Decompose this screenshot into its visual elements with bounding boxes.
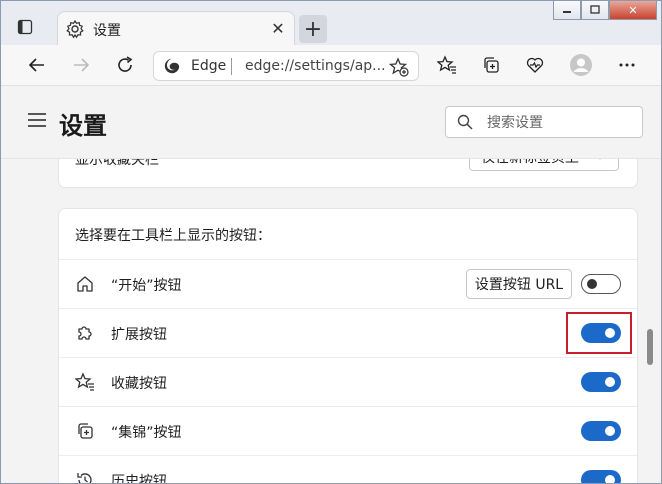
address-bar[interactable]: Edge edge://settings/ap... <box>153 51 419 81</box>
list-item-favorites-button: 收藏按钮 <box>59 357 637 407</box>
heart-pulse-icon <box>526 57 544 73</box>
list-item-extensions-button: 扩展按钮 <box>59 308 637 358</box>
toggle-knob <box>605 377 615 387</box>
collections-button-toggle[interactable] <box>581 421 621 441</box>
tab-settings[interactable]: 设置 ✕ <box>57 11 295 47</box>
edge-logo-icon <box>164 58 180 74</box>
new-tab-button[interactable]: + <box>299 15 327 43</box>
extensions-button-label: 扩展按钮 <box>111 327 167 343</box>
history-icon <box>77 473 92 483</box>
window-controls: ✕ <box>553 1 657 23</box>
search-box[interactable] <box>445 106 643 138</box>
hamburger-menu-icon[interactable] <box>27 112 47 128</box>
favorites-icon <box>437 55 456 74</box>
toggle-knob <box>587 279 597 289</box>
search-icon <box>457 114 473 130</box>
favorites-bar-selected: 仅在新标签页上 <box>481 159 579 167</box>
maximize-icon <box>590 5 600 14</box>
collections-icon <box>484 57 499 73</box>
favorites-button-label: 收藏按钮 <box>111 376 167 392</box>
set-button-url-button[interactable]: 设置按钮 URL <box>466 269 572 299</box>
avatar <box>570 54 592 76</box>
chevron-down-icon <box>599 159 601 160</box>
favorites-icon <box>75 372 94 391</box>
toolbar-buttons-card: 选择要在工具栏上显示的按钮： “开始”按钮 设置按钮 URL 扩展按钮 收藏按钮 <box>59 209 637 483</box>
list-item-home-button: “开始”按钮 设置按钮 URL <box>59 259 637 309</box>
history-button-label: 历史按钮 <box>111 474 167 483</box>
home-button-toggle[interactable] <box>581 274 621 294</box>
tab-title: 设置 <box>93 23 121 39</box>
forward-button[interactable] <box>67 51 95 79</box>
more-menu-button[interactable] <box>613 51 641 79</box>
favorites-bar-label: 显示收藏夹栏 <box>75 159 159 168</box>
scrollbar-thumb[interactable] <box>647 329 653 365</box>
more-dots-icon <box>619 63 635 67</box>
history-button-toggle[interactable] <box>581 470 621 483</box>
address-separator <box>231 58 232 75</box>
forward-arrow-icon <box>74 58 90 72</box>
browser-window: 设置 ✕ + ✕ Edge edge://settings/ap... 设置 搜… <box>0 0 662 484</box>
minimize-button[interactable] <box>553 1 581 20</box>
home-button-label: “开始”按钮 <box>111 278 182 294</box>
favorites-button[interactable] <box>433 51 461 79</box>
collections-button[interactable] <box>477 51 505 79</box>
profile-button[interactable] <box>567 51 595 79</box>
toggle-knob <box>605 426 615 436</box>
minimize-icon <box>563 11 571 13</box>
address-url[interactable]: edge://settings/ap... <box>245 58 386 74</box>
puzzle-icon <box>78 326 92 340</box>
tab-actions-icon <box>17 19 33 35</box>
collections-button-label: “集锦”按钮 <box>111 425 182 441</box>
toggle-knob <box>605 328 615 338</box>
extensions-button-toggle[interactable] <box>581 323 621 343</box>
page-title: 设置 <box>59 112 107 140</box>
collections-icon <box>78 423 93 439</box>
favorites-bar-card: 显示收藏夹栏 仅在新标签页上 <box>59 159 637 187</box>
tab-strip: 设置 ✕ + ✕ <box>1 1 661 47</box>
add-favorite-icon[interactable] <box>389 57 409 77</box>
back-button[interactable] <box>23 51 51 79</box>
list-item-collections-button: “集锦”按钮 <box>59 406 637 456</box>
list-item-history-button: 历史按钮 <box>59 455 637 483</box>
section-title: 选择要在工具栏上显示的按钮： <box>75 228 271 244</box>
refresh-button[interactable] <box>111 51 139 79</box>
address-brand: Edge <box>191 58 227 74</box>
performance-button[interactable] <box>521 51 549 79</box>
search-input[interactable] <box>485 111 637 135</box>
favorites-button-toggle[interactable] <box>581 372 621 392</box>
settings-content: 显示收藏夹栏 仅在新标签页上 选择要在工具栏上显示的按钮： “开始”按钮 设置按… <box>1 159 661 483</box>
maximize-button[interactable] <box>581 1 609 20</box>
back-arrow-icon <box>28 58 44 72</box>
gear-icon <box>66 19 84 39</box>
favorites-bar-select[interactable]: 仅在新标签页上 <box>469 159 619 171</box>
refresh-icon <box>118 56 133 72</box>
home-icon <box>77 276 93 292</box>
close-tab-icon[interactable]: ✕ <box>269 19 287 38</box>
browser-toolbar: Edge edge://settings/ap... <box>1 45 661 86</box>
tab-actions-button[interactable] <box>9 11 41 43</box>
settings-header: 设置 <box>1 86 661 159</box>
toggle-knob <box>605 475 615 483</box>
close-window-button[interactable]: ✕ <box>609 1 657 20</box>
